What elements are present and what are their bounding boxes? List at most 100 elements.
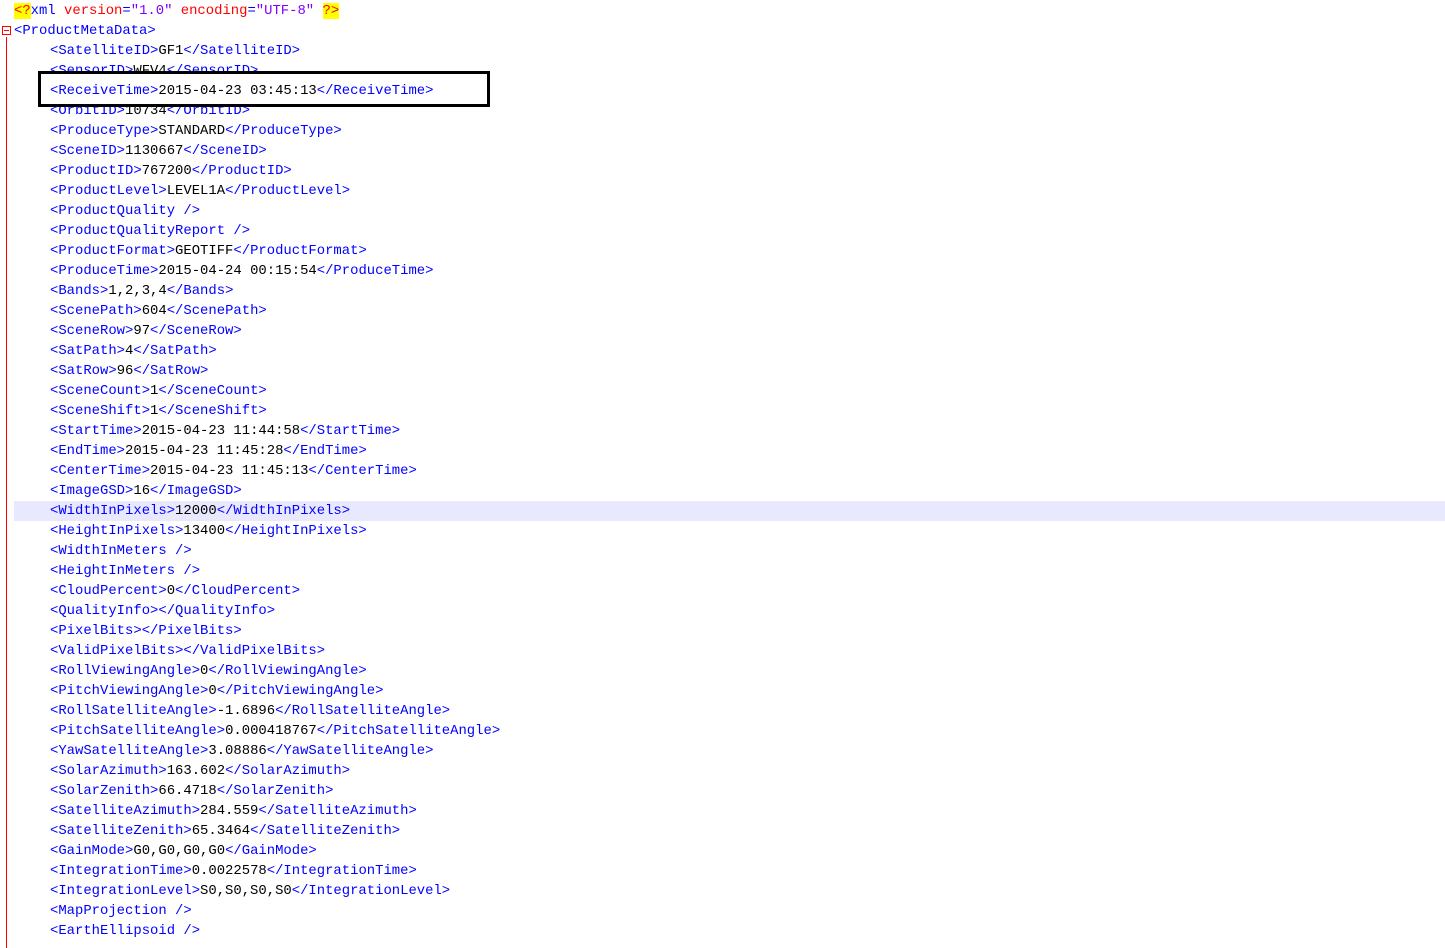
close-tag: </ProductFormat> (233, 243, 367, 259)
close-tag: </SolarAzimuth> (225, 763, 351, 779)
code-line[interactable]: <HeightInMeters /> (14, 561, 1445, 581)
open-tag: <PitchSatelliteAngle> (50, 723, 226, 739)
code-line[interactable]: <SolarZenith>66.4718</SolarZenith> (14, 781, 1445, 801)
code-line[interactable]: <RollViewingAngle>0</RollViewingAngle> (14, 661, 1445, 681)
open-tag: <ProductFormat> (50, 243, 176, 259)
code-line[interactable]: <SceneCount>1</SceneCount> (14, 381, 1445, 401)
open-tag: <ProduceType> (50, 123, 159, 139)
code-line[interactable]: <ProduceType>STANDARD</ProduceType> (14, 121, 1445, 141)
open-tag: <SatRow> (50, 363, 117, 379)
close-tag: </PitchViewingAngle> (216, 683, 384, 699)
element-value: G0,G0,G0,G0 (133, 843, 226, 859)
open-tag: <ImageGSD> (50, 483, 134, 499)
code-line[interactable]: <SceneRow>97</SceneRow> (14, 321, 1445, 341)
close-tag: </RollViewingAngle> (208, 663, 367, 679)
close-tag: </ProduceTime> (316, 263, 434, 279)
code-line[interactable]: <WidthInMeters /> (14, 541, 1445, 561)
element-value: 2015-04-23 11:44:58 (141, 423, 301, 439)
code-line[interactable]: <ImageGSD>16</ImageGSD> (14, 481, 1445, 501)
open-tag: <SceneShift> (50, 403, 151, 419)
code-line[interactable]: <GainMode>G0,G0,G0,G0</GainMode> (14, 841, 1445, 861)
element-value: 604 (141, 303, 167, 319)
close-tag: </IntegrationTime> (266, 863, 417, 879)
open-tag: <EarthEllipsoid /> (50, 923, 201, 939)
code-line[interactable]: <ValidPixelBits></ValidPixelBits> (14, 641, 1445, 661)
close-tag: </OrbitID> (166, 103, 251, 119)
code-line[interactable]: <PixelBits></PixelBits> (14, 621, 1445, 641)
code-area[interactable]: <?xml version="1.0" encoding="UTF-8" ?> … (14, 1, 1445, 941)
open-tag: <WidthInMeters /> (50, 543, 192, 559)
close-tag: </PixelBits> (141, 623, 242, 639)
code-line[interactable]: <ProductID>767200</ProductID> (14, 161, 1445, 181)
element-value: 66.4718 (158, 783, 217, 799)
open-tag: <IntegrationTime> (50, 863, 192, 879)
code-line[interactable]: <Bands>1,2,3,4</Bands> (14, 281, 1445, 301)
close-tag: </ValidPixelBits> (183, 643, 326, 659)
xml-declaration-line[interactable]: <?xml version="1.0" encoding="UTF-8" ?> (14, 1, 1445, 21)
code-line[interactable]: <ProductQualityReport /> (14, 221, 1445, 241)
open-tag: <SatelliteID> (50, 43, 159, 59)
code-line[interactable]: <IntegrationLevel>S0,S0,S0,S0</Integrati… (14, 881, 1445, 901)
code-line[interactable]: <CloudPercent>0</CloudPercent> (14, 581, 1445, 601)
code-line[interactable]: <SceneID>1130667</SceneID> (14, 141, 1445, 161)
code-line[interactable]: <MapProjection /> (14, 901, 1445, 921)
root-tag: <ProductMetaData> (14, 23, 156, 39)
code-line[interactable]: <StartTime>2015-04-23 11:44:58</StartTim… (14, 421, 1445, 441)
code-line[interactable]: <ProductLevel>LEVEL1A</ProductLevel> (14, 181, 1445, 201)
open-tag: <ProductID> (50, 163, 142, 179)
code-line[interactable]: <CenterTime>2015-04-23 11:45:13</CenterT… (14, 461, 1445, 481)
code-line[interactable]: <IntegrationTime>0.0022578</IntegrationT… (14, 861, 1445, 881)
element-value: 16 (133, 483, 151, 499)
element-value: 3.08886 (208, 743, 267, 759)
code-line[interactable]: <SatelliteID>GF1</SatelliteID> (14, 41, 1445, 61)
code-line[interactable]: <PitchViewingAngle>0</PitchViewingAngle> (14, 681, 1445, 701)
code-line[interactable]: <YawSatelliteAngle>3.08886</YawSatellite… (14, 741, 1445, 761)
xml-editor[interactable]: <?xml version="1.0" encoding="UTF-8" ?> … (0, 0, 1445, 948)
code-line[interactable]: <OrbitID>10734</OrbitID> (14, 101, 1445, 121)
code-line[interactable]: <PitchSatelliteAngle>0.000418767</PitchS… (14, 721, 1445, 741)
code-line[interactable]: <ProductFormat>GEOTIFF</ProductFormat> (14, 241, 1445, 261)
code-line[interactable]: <RollSatelliteAngle>-1.6896</RollSatelli… (14, 701, 1445, 721)
code-line[interactable]: <SolarAzimuth>163.602</SolarAzimuth> (14, 761, 1445, 781)
root-open-line[interactable]: <ProductMetaData> (14, 21, 1445, 41)
element-value: 163.602 (166, 763, 226, 779)
code-line[interactable]: <WidthInPixels>12000</WidthInPixels> (14, 501, 1445, 521)
close-tag: </WidthInPixels> (216, 503, 351, 519)
open-tag: <SatelliteZenith> (50, 823, 192, 839)
open-tag: <CenterTime> (50, 463, 151, 479)
open-tag: <HeightInPixels> (50, 523, 184, 539)
fold-gutter (0, 0, 14, 948)
open-tag: <RollViewingAngle> (50, 663, 201, 679)
element-value: 10734 (125, 103, 167, 119)
code-line[interactable]: <ProductQuality /> (14, 201, 1445, 221)
close-tag: </ProduceType> (225, 123, 342, 139)
close-tag: </SolarZenith> (216, 783, 334, 799)
fold-minus-icon[interactable] (2, 26, 11, 35)
code-line[interactable]: <EndTime>2015-04-23 11:45:28</EndTime> (14, 441, 1445, 461)
code-line[interactable]: <HeightInPixels>13400</HeightInPixels> (14, 521, 1445, 541)
close-tag: </QualityInfo> (158, 603, 276, 619)
close-tag: </PitchSatelliteAngle> (316, 723, 501, 739)
open-tag: <HeightInMeters /> (50, 563, 201, 579)
code-line[interactable]: <SensorID>WFV4</SensorID> (14, 61, 1445, 81)
code-line[interactable]: <ProduceTime>2015-04-24 00:15:54</Produc… (14, 261, 1445, 281)
close-tag: </SatelliteID> (183, 43, 301, 59)
open-tag: <EndTime> (50, 443, 126, 459)
code-line[interactable]: <SceneShift>1</SceneShift> (14, 401, 1445, 421)
code-line[interactable]: <QualityInfo></QualityInfo> (14, 601, 1445, 621)
code-line[interactable]: <SatRow>96</SatRow> (14, 361, 1445, 381)
pi-close: ?> (322, 3, 340, 19)
close-tag: </SceneCount> (158, 383, 267, 399)
open-tag: <IntegrationLevel> (50, 883, 201, 899)
code-line[interactable]: <ReceiveTime>2015-04-23 03:45:13</Receiv… (14, 81, 1445, 101)
code-line[interactable]: <EarthEllipsoid /> (14, 921, 1445, 941)
element-value: 65.3464 (191, 823, 251, 839)
code-line[interactable]: <SatelliteZenith>65.3464</SatelliteZenit… (14, 821, 1445, 841)
open-tag: <SensorID> (50, 63, 134, 79)
element-value: 2015-04-23 11:45:13 (150, 463, 309, 479)
close-tag: </ReceiveTime> (316, 83, 434, 99)
code-line[interactable]: <SatPath>4</SatPath> (14, 341, 1445, 361)
code-line[interactable]: <SatelliteAzimuth>284.559</SatelliteAzim… (14, 801, 1445, 821)
close-tag: </Bands> (166, 283, 234, 299)
code-line[interactable]: <ScenePath>604</ScenePath> (14, 301, 1445, 321)
